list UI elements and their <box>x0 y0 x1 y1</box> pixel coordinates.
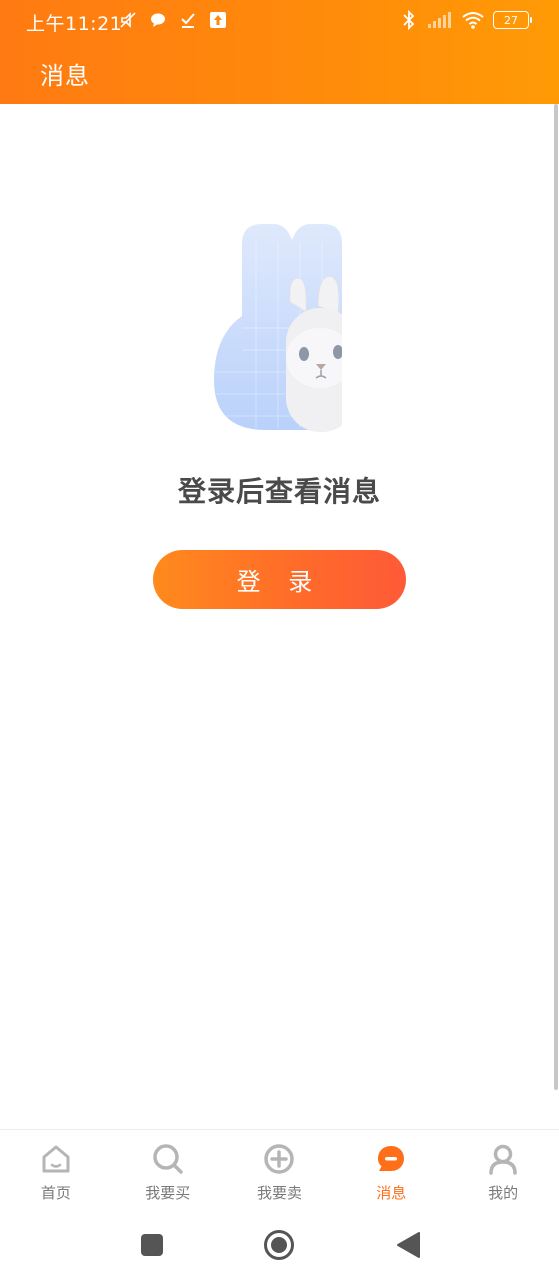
bottom-tab-bar: 首页 我要买 我要卖 消息 我的 <box>0 1129 559 1211</box>
tab-messages[interactable]: 消息 <box>335 1130 447 1211</box>
tab-home-label: 首页 <box>40 1184 71 1202</box>
bluetooth-icon <box>399 10 419 30</box>
home-icon <box>39 1142 73 1176</box>
back-icon[interactable] <box>392 1229 424 1261</box>
search-icon <box>151 1142 185 1176</box>
wifi-icon <box>461 10 485 30</box>
status-icons-left <box>118 10 228 30</box>
page-title: 消息 <box>40 62 90 90</box>
tab-profile[interactable]: 我的 <box>447 1130 559 1211</box>
tab-profile-label: 我的 <box>488 1184 519 1202</box>
rabbit-illustration <box>212 222 346 434</box>
empty-state-message: 登录后查看消息 <box>177 475 381 508</box>
scrollbar[interactable] <box>554 104 558 1090</box>
mute-icon <box>118 10 138 30</box>
plus-circle-icon <box>262 1142 296 1176</box>
tab-buy[interactable]: 我要买 <box>112 1130 224 1211</box>
tab-buy-label: 我要买 <box>145 1184 191 1202</box>
home-circle-icon[interactable] <box>263 1229 295 1261</box>
login-button[interactable]: 登 录 <box>153 550 406 609</box>
system-nav-bar <box>0 1211 559 1280</box>
tab-home[interactable]: 首页 <box>0 1130 112 1211</box>
battery-icon: 27 <box>493 11 532 29</box>
battery-level: 27 <box>504 13 518 27</box>
tab-sell[interactable]: 我要卖 <box>224 1130 336 1211</box>
status-time: 上午11:21 <box>26 13 123 35</box>
check-icon <box>178 10 198 30</box>
message-icon <box>374 1142 408 1176</box>
status-icons-right: 27 <box>399 10 532 30</box>
tab-messages-label: 消息 <box>376 1184 407 1202</box>
user-icon <box>486 1142 520 1176</box>
status-bar: 上午11:21 27 <box>0 0 559 44</box>
app-header: 上午11:21 27 消息 <box>0 0 559 104</box>
tab-sell-label: 我要卖 <box>256 1184 302 1202</box>
upload-icon <box>208 10 228 30</box>
chat-bubble-icon <box>148 10 168 30</box>
recents-icon[interactable] <box>136 1229 168 1261</box>
signal-icon <box>427 10 453 30</box>
